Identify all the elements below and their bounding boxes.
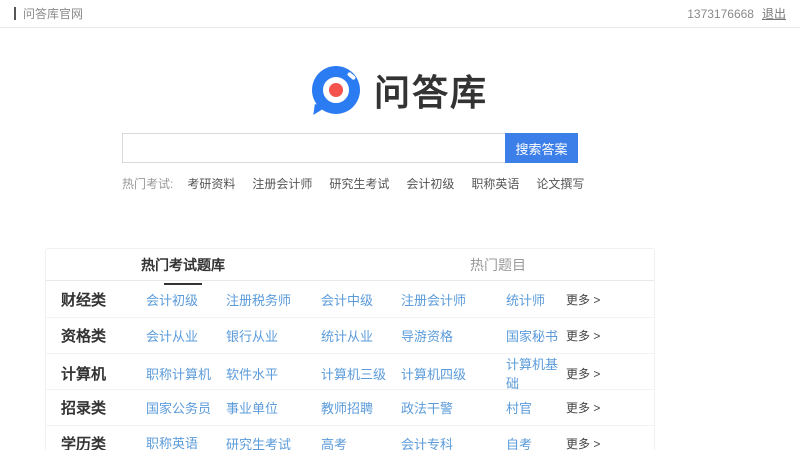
bank-link[interactable]: 计算机四级 bbox=[401, 364, 506, 383]
topbar-right: 1373176668 退出 bbox=[687, 5, 786, 22]
more-link[interactable]: 更多 > bbox=[566, 399, 654, 416]
bank-link[interactable]: 职称计算机 bbox=[146, 364, 226, 383]
category-row-recruitment: 招录类 国家公务员 事业单位 教师招聘 政法干警 村官 更多 > bbox=[46, 389, 654, 425]
category-row-computer: 计算机 职称计算机 软件水平 计算机三级 计算机四级 计算机基础 更多 > bbox=[46, 353, 654, 392]
hot-exam-link-graduate[interactable]: 研究生考试 bbox=[329, 175, 389, 192]
bank-link[interactable]: 计算机基础 bbox=[506, 354, 566, 392]
hot-exam-link-thesis[interactable]: 论文撰写 bbox=[536, 175, 584, 192]
hot-banks-panel: 热门考试题库 热门题目 财经类 会计初级 注册税务师 会计中级 注册会计师 统计… bbox=[45, 248, 655, 450]
bank-link[interactable]: 会计初级 bbox=[146, 290, 226, 309]
bank-link[interactable]: 计算机三级 bbox=[321, 364, 401, 383]
bubble-tail bbox=[313, 104, 328, 117]
bank-link[interactable]: 注册会计师 bbox=[401, 290, 506, 309]
search-button[interactable]: 搜索答案 bbox=[505, 133, 578, 163]
hot-exam-link-cpa[interactable]: 注册会计师 bbox=[252, 175, 312, 192]
tab-hot-exam-banks[interactable]: 热门考试题库 bbox=[141, 255, 225, 275]
more-link[interactable]: 更多 > bbox=[566, 327, 654, 344]
category-row-finance: 财经类 会计初级 注册税务师 会计中级 注册会计师 统计师 更多 > bbox=[46, 281, 654, 317]
bank-link[interactable]: 政法干警 bbox=[401, 398, 506, 417]
bank-link[interactable]: 事业单位 bbox=[226, 398, 321, 417]
site-name: 问答库官网 bbox=[23, 7, 84, 21]
bank-link[interactable]: 导游资格 bbox=[401, 326, 506, 345]
bank-link[interactable]: 国家公务员 bbox=[146, 398, 226, 417]
topbar-accent-bar bbox=[14, 7, 16, 20]
q-ring bbox=[322, 77, 349, 103]
logo: 问答库 bbox=[0, 64, 800, 117]
user-phone: 1373176668 bbox=[687, 6, 754, 21]
bank-link[interactable]: 职称英语 bbox=[146, 433, 198, 450]
bank-link[interactable]: 教师招聘 bbox=[321, 398, 401, 417]
bank-link[interactable]: 会计中级 bbox=[321, 290, 401, 309]
panel-tabs: 热门考试题库 热门题目 bbox=[46, 249, 654, 281]
bank-link[interactable]: 银行从业 bbox=[226, 326, 321, 345]
more-link[interactable]: 更多 > bbox=[566, 365, 654, 382]
tab-hot-questions[interactable]: 热门题目 bbox=[470, 255, 526, 275]
hot-exam-link-accounting[interactable]: 会计初级 bbox=[406, 175, 454, 192]
topbar: 问答库官网 1373176668 退出 bbox=[0, 0, 800, 28]
more-link[interactable]: 更多 > bbox=[566, 435, 654, 450]
hot-exams-row: 热门考试: 考研资料 注册会计师 研究生考试 会计初级 职称英语 论文撰写 bbox=[122, 175, 800, 192]
bank-link[interactable]: 自考 bbox=[506, 434, 566, 450]
hot-exams-label: 热门考试: bbox=[122, 177, 174, 191]
hot-exam-link-kaoyan[interactable]: 考研资料 bbox=[187, 175, 235, 192]
bank-link[interactable]: 软件水平 bbox=[226, 364, 321, 383]
topbar-left: 问答库官网 bbox=[14, 5, 83, 22]
category-label: 招录类 bbox=[61, 400, 107, 417]
qa-bubble-icon bbox=[311, 66, 362, 117]
category-label: 财经类 bbox=[61, 291, 107, 309]
category-row-education: 学历类 职称英语 研究生考试 高考 会计专科 自考 更多 > bbox=[46, 425, 654, 450]
category-row-qualification: 资格类 会计从业 银行从业 统计从业 导游资格 国家秘书 更多 > bbox=[46, 317, 654, 353]
search-bar: 搜索答案 bbox=[122, 133, 578, 163]
bank-link[interactable]: 注册税务师 bbox=[226, 290, 321, 309]
bank-link[interactable]: 会计从业 bbox=[146, 326, 226, 345]
bank-link[interactable]: 国家秘书 bbox=[506, 326, 566, 345]
bank-link[interactable]: 村官 bbox=[506, 398, 566, 417]
category-label: 学历类 bbox=[61, 436, 107, 450]
logo-text: 问答库 bbox=[373, 72, 488, 113]
bank-link[interactable]: 会计专科 bbox=[401, 434, 506, 450]
logout-link[interactable]: 退出 bbox=[762, 5, 786, 22]
category-label: 计算机 bbox=[61, 365, 107, 383]
bank-link[interactable]: 高考 bbox=[321, 434, 401, 450]
category-label: 资格类 bbox=[61, 328, 107, 345]
hot-exam-link-english[interactable]: 职称英语 bbox=[471, 175, 519, 192]
bank-link[interactable]: 研究生考试 bbox=[226, 434, 321, 450]
search-input[interactable] bbox=[122, 133, 505, 163]
bank-link[interactable]: 统计师 bbox=[506, 290, 566, 309]
more-link[interactable]: 更多 > bbox=[566, 291, 654, 308]
bank-link[interactable]: 统计从业 bbox=[321, 326, 401, 345]
